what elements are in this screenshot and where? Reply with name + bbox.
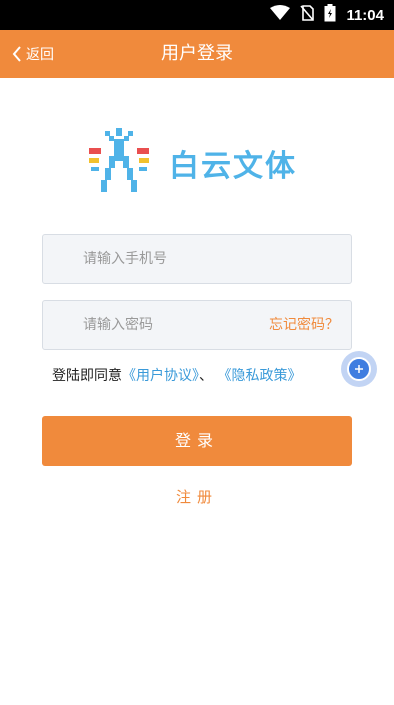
app-logo: 白云文体 [87, 128, 317, 198]
user-agreement-link[interactable]: 《用户协议》 [122, 368, 199, 384]
battery-icon [324, 4, 336, 26]
login-button[interactable]: 登录 [42, 416, 352, 466]
back-button[interactable]: 返回 [12, 30, 54, 78]
phone-field [42, 234, 352, 284]
agreement-prefix: 登陆即同意 [52, 368, 122, 384]
page-title: 用户登录 [161, 43, 233, 64]
no-sim-icon [300, 5, 315, 25]
status-time: 11:04 [346, 6, 384, 24]
register-link[interactable]: 注册 [0, 486, 394, 508]
password-input[interactable] [83, 301, 263, 349]
logo-figure-icon [87, 128, 151, 198]
app-header: 返回 用户登录 [0, 30, 394, 78]
plus-icon [347, 357, 371, 381]
agreement-text: 登陆即同意《用户协议》、 《隐私政策》 [52, 364, 301, 388]
status-icons: 11:04 [270, 4, 384, 26]
phone-input[interactable] [83, 235, 263, 283]
status-bar: 11:04 [0, 0, 394, 30]
agreement-separator: 、 [199, 368, 213, 384]
brand-name: 白云文体 [169, 149, 297, 184]
forgot-password-link[interactable]: 忘记密码？ [269, 301, 339, 349]
back-label: 返回 [26, 47, 54, 63]
password-field: 忘记密码？ [42, 300, 352, 350]
floating-assist-button[interactable] [341, 351, 377, 387]
privacy-policy-link[interactable]: 《隐私政策》 [217, 368, 301, 384]
chevron-left-icon [12, 46, 22, 62]
wifi-icon [270, 5, 291, 25]
